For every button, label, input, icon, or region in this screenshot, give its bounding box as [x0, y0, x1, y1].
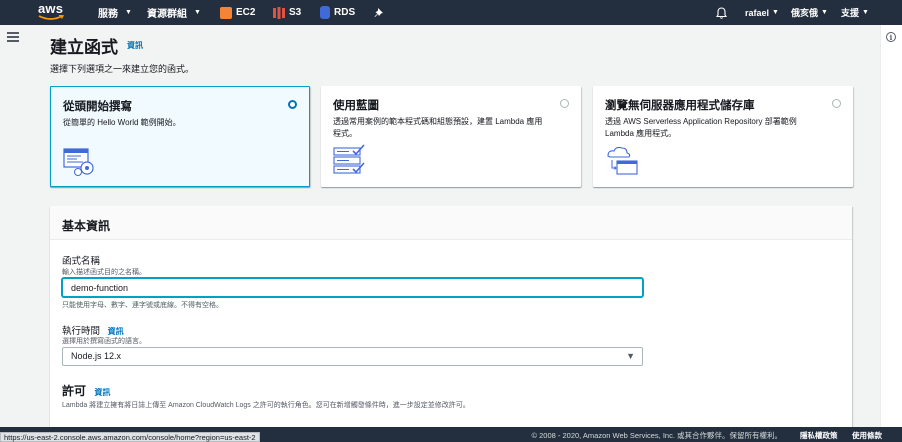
menu-icon[interactable]: [7, 31, 19, 43]
s3-shortcut[interactable]: S3: [273, 0, 301, 25]
option-description: 透過常用案例的範本程式碼和組態預設，建置 Lambda 應用程式。: [333, 117, 543, 138]
copyright-text: © 2008 - 2020, Amazon Web Services, Inc.…: [531, 431, 782, 440]
option-use-blueprint[interactable]: 使用藍圖 透過常用案例的範本程式碼和組態預設，建置 Lambda 應用程式。: [321, 86, 581, 187]
basic-information-panel: 基本資訊 函式名稱 輸入描述函式目的之名稱。 只能使用字母、數字、連字號或底線。…: [50, 206, 852, 436]
blueprint-icon: [333, 144, 365, 174]
option-author-from-scratch[interactable]: 從頭開始撰寫 從簡單的 Hello World 範例開始。: [50, 86, 310, 187]
chevron-down-icon: ▼: [125, 9, 132, 16]
runtime-description: 選擇用於撰寫函式的語言。: [62, 338, 146, 345]
option-title: 使用藍圖: [333, 100, 379, 112]
runtime-selected-value: Node.js 12.x: [71, 351, 122, 361]
option-title: 從頭開始撰寫: [63, 101, 132, 113]
rds-icon: [320, 6, 330, 19]
chevron-down-icon: ▼: [821, 9, 828, 16]
runtime-label-row: 執行時間 資訊: [62, 323, 124, 337]
ec2-label: EC2: [236, 7, 256, 18]
title-info-link[interactable]: 資訊: [127, 40, 143, 51]
terms-of-use-link[interactable]: 使用條款: [852, 430, 882, 441]
chevron-down-icon: ▼: [772, 9, 779, 16]
option-radio[interactable]: [560, 99, 569, 108]
services-menu[interactable]: 服務 ▼: [98, 0, 132, 25]
option-description: 從簡單的 Hello World 範例開始。: [63, 118, 181, 127]
runtime-info-link[interactable]: 資訊: [108, 327, 124, 336]
permissions-description: Lambda 將建立擁有將日誌上傳至 Amazon CloudWatch Log…: [62, 402, 470, 409]
browser-status-url: https://us-east-2.console.aws.amazon.com…: [0, 432, 260, 442]
chevron-down-icon: ▼: [862, 9, 869, 16]
serverless-repo-icon: [607, 146, 638, 175]
permissions-heading-row: 許可 資訊: [62, 382, 110, 399]
runtime-select[interactable]: Node.js 12.x ▼: [62, 347, 643, 366]
page-title: 建立函式: [50, 38, 118, 57]
caret-down-icon: ▼: [626, 351, 635, 361]
privacy-policy-link[interactable]: 隱私權政策: [800, 430, 838, 441]
page-subtitle: 選擇下列選項之一來建立您的函式。: [50, 64, 195, 74]
pin-shortcuts-button[interactable]: [374, 0, 384, 25]
function-name-label: 函式名稱: [62, 256, 101, 267]
services-label: 服務: [98, 9, 118, 20]
panel-title: 基本資訊: [62, 219, 111, 233]
support-label: 支援: [841, 8, 860, 18]
option-description: 透過 AWS Serverless Application Repository…: [605, 117, 797, 138]
rds-shortcut[interactable]: RDS: [320, 0, 355, 25]
option-radio[interactable]: [288, 100, 297, 109]
aws-logo-text: aws: [38, 1, 64, 16]
ec2-icon: [220, 6, 232, 19]
permissions-title: 許可: [62, 384, 87, 398]
s3-label: S3: [289, 7, 302, 18]
region-label: 俄亥俄: [791, 8, 819, 18]
chevron-down-icon: ▼: [194, 9, 201, 16]
permissions-info-link[interactable]: 資訊: [94, 388, 110, 397]
support-menu[interactable]: 支援 ▼: [841, 0, 869, 25]
function-name-input[interactable]: [62, 278, 643, 297]
option-radio[interactable]: [832, 99, 841, 108]
option-title: 瀏覽無伺服器應用程式儲存庫: [605, 100, 755, 112]
region-menu[interactable]: 俄亥俄 ▼: [791, 0, 828, 25]
ec2-shortcut[interactable]: EC2: [220, 0, 255, 25]
pin-icon: [374, 7, 383, 17]
function-name-hint: 只能使用字母、數字、連字號或底線。不得有空格。: [62, 302, 223, 309]
help-panel-rail: [880, 25, 902, 427]
rds-label: RDS: [334, 7, 356, 18]
option-serverless-app-repository[interactable]: 瀏覽無伺服器應用程式儲存庫 透過 AWS Serverless Applicat…: [593, 86, 853, 187]
aws-logo[interactable]: aws: [38, 2, 68, 23]
info-icon[interactable]: i: [886, 32, 896, 42]
author-from-scratch-icon: [63, 148, 94, 176]
aws-smile-icon: [38, 15, 64, 20]
bell-icon: [716, 6, 727, 19]
account-menu[interactable]: rafael ▼: [745, 0, 779, 25]
s3-icon: [273, 6, 285, 19]
account-username: rafael: [745, 7, 770, 18]
panel-header: 基本資訊: [50, 206, 852, 240]
notifications-button[interactable]: [716, 0, 727, 25]
resource-groups-label: 資源群組: [147, 9, 187, 20]
resource-groups-menu[interactable]: 資源群組 ▼: [147, 0, 201, 25]
top-navigation-bar: aws 服務 ▼ 資源群組 ▼ EC2 S3 RDS rafael ▼ 俄亥俄 …: [0, 0, 902, 25]
function-name-description: 輸入描述函式目的之名稱。: [62, 269, 146, 276]
